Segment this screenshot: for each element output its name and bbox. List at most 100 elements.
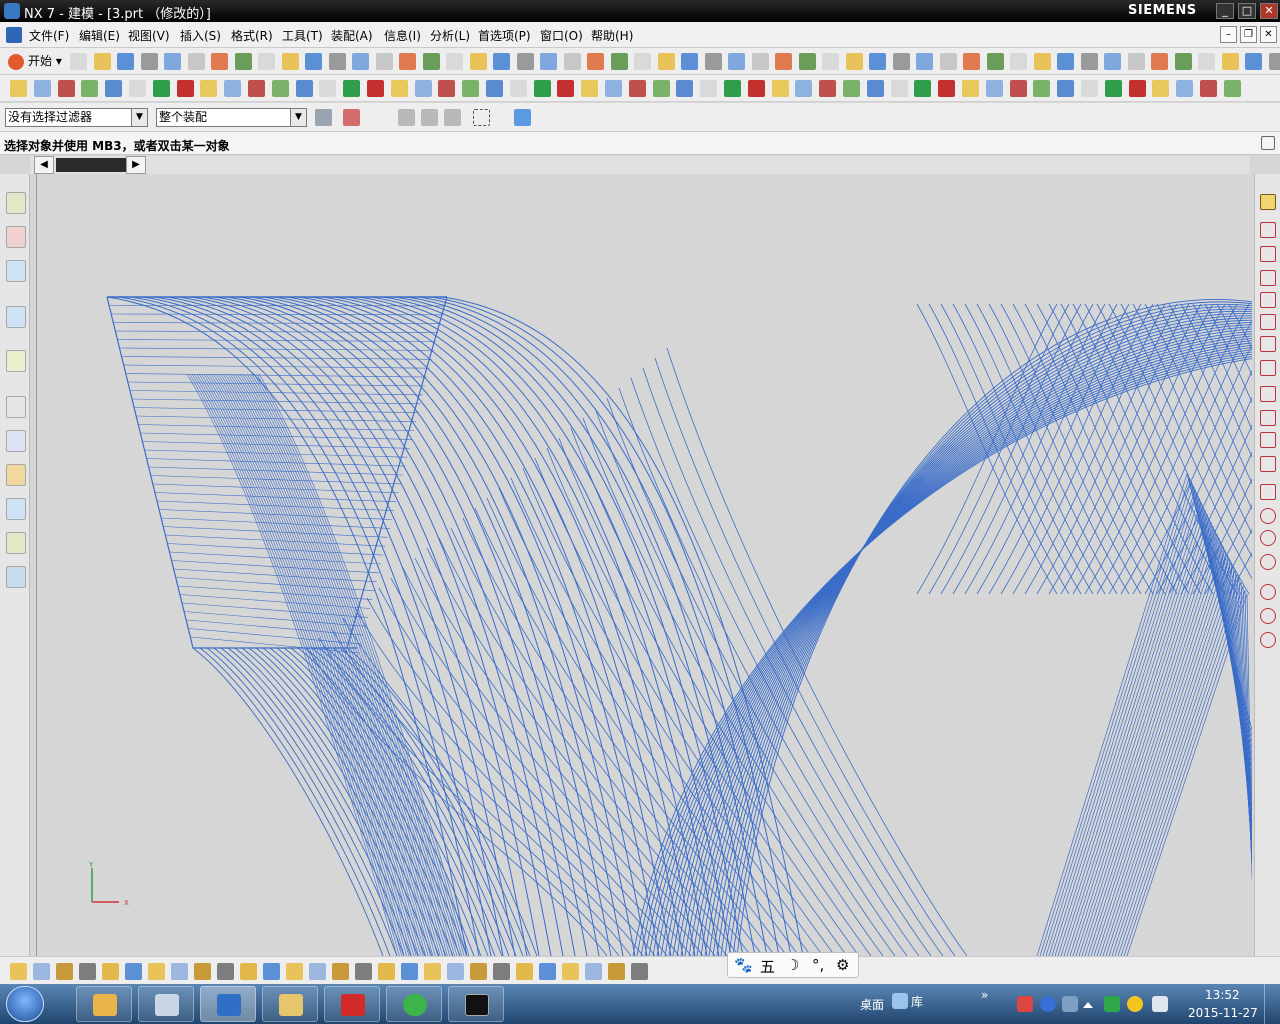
bottom-toolbar-icon-16[interactable] bbox=[355, 963, 372, 980]
standard-toolbar-icon-5[interactable] bbox=[164, 53, 181, 70]
standard-toolbar-icon-15[interactable] bbox=[399, 53, 416, 70]
standard-toolbar-icon-25[interactable] bbox=[634, 53, 651, 70]
feature-toolbar-icon-25[interactable] bbox=[581, 80, 599, 97]
standard-toolbar-icon-37[interactable] bbox=[916, 53, 933, 70]
windows-start-orb[interactable] bbox=[6, 986, 44, 1022]
doc-minimize-button[interactable]: – bbox=[1220, 26, 1237, 43]
ime-punctuation-icon[interactable]: °, bbox=[812, 956, 824, 974]
standard-toolbar-icon-33[interactable] bbox=[822, 53, 839, 70]
standard-toolbar-icon-47[interactable] bbox=[1151, 53, 1168, 70]
curve-tool-icon-9[interactable] bbox=[1260, 386, 1276, 402]
feature-toolbar-icon-15[interactable] bbox=[343, 80, 361, 97]
taskbar-calculator-button[interactable] bbox=[138, 986, 194, 1022]
curve-tool-icon-4[interactable] bbox=[1260, 270, 1276, 286]
taskbar-app-button[interactable] bbox=[324, 986, 380, 1022]
bottom-toolbar-icon-17[interactable] bbox=[378, 963, 395, 980]
standard-toolbar-icon-29[interactable] bbox=[728, 53, 745, 70]
curve-tool-icon-19[interactable] bbox=[1260, 632, 1276, 648]
rectangle-select-icon[interactable] bbox=[473, 109, 490, 126]
feature-toolbar-icon-2[interactable] bbox=[33, 80, 51, 97]
feature-toolbar-icon-40[interactable] bbox=[938, 80, 956, 97]
show-desktop-button[interactable] bbox=[1264, 984, 1280, 1024]
bottom-toolbar-icon-11[interactable] bbox=[240, 963, 257, 980]
security-shield-icon[interactable] bbox=[1104, 996, 1120, 1012]
standard-toolbar-icon-38[interactable] bbox=[939, 53, 957, 70]
standard-toolbar-icon-22[interactable] bbox=[563, 53, 581, 70]
select-components-icon[interactable] bbox=[514, 109, 531, 126]
menu-window[interactable]: 窗口(O) bbox=[540, 27, 583, 44]
standard-toolbar-icon-49[interactable] bbox=[1198, 53, 1215, 70]
feature-toolbar-icon-38[interactable] bbox=[890, 80, 908, 97]
bottom-toolbar-icon-7[interactable] bbox=[148, 963, 165, 980]
standard-toolbar-icon-24[interactable] bbox=[610, 53, 628, 70]
curve-tool-icon-14[interactable] bbox=[1260, 508, 1276, 524]
bottom-toolbar-icon-18[interactable] bbox=[401, 963, 418, 980]
selection-scope-dropdown-icon[interactable]: ▼ bbox=[290, 109, 306, 126]
standard-toolbar-icon-44[interactable] bbox=[1080, 53, 1098, 70]
curve-tool-icon-15[interactable] bbox=[1260, 530, 1276, 546]
standard-toolbar-icon-26[interactable] bbox=[657, 53, 675, 70]
feature-toolbar-icon-37[interactable] bbox=[866, 80, 884, 97]
reuse-library-icon[interactable] bbox=[6, 306, 26, 328]
doc-restore-button[interactable]: ❐ bbox=[1240, 26, 1257, 43]
feature-toolbar-icon-12[interactable] bbox=[271, 80, 289, 97]
bottom-toolbar-icon-21[interactable] bbox=[470, 963, 487, 980]
system-scenes-icon[interactable] bbox=[6, 566, 26, 588]
feature-toolbar-icon-45[interactable] bbox=[1057, 80, 1075, 97]
feature-toolbar-icon-42[interactable] bbox=[985, 80, 1003, 97]
clock-time[interactable]: 13:52 bbox=[1205, 988, 1240, 1002]
standard-toolbar-icon-39[interactable] bbox=[963, 53, 980, 70]
bottom-toolbar-icon-20[interactable] bbox=[447, 963, 464, 980]
library-toolbar-label[interactable]: 库 bbox=[911, 993, 923, 1010]
feature-toolbar-icon-3[interactable] bbox=[57, 80, 75, 97]
bottom-toolbar-icon-28[interactable] bbox=[631, 963, 648, 980]
feature-toolbar-icon-14[interactable] bbox=[319, 80, 337, 97]
feature-toolbar-icon-13[interactable] bbox=[295, 80, 313, 97]
curve-tool-icon-1[interactable] bbox=[1260, 194, 1276, 210]
taskbar-paint-button[interactable] bbox=[76, 986, 132, 1022]
standard-toolbar-icon-9[interactable] bbox=[258, 53, 275, 70]
bottom-toolbar-icon-12[interactable] bbox=[263, 963, 280, 980]
process-studio-icon[interactable] bbox=[6, 464, 26, 486]
standard-toolbar-icon-10[interactable] bbox=[281, 53, 299, 70]
feature-toolbar-icon-17[interactable] bbox=[390, 80, 408, 97]
standard-toolbar-icon-43[interactable] bbox=[1057, 53, 1074, 70]
standard-toolbar-icon-51[interactable] bbox=[1245, 53, 1262, 70]
select-faces-icon[interactable] bbox=[421, 109, 438, 126]
tab-scroll-right-icon[interactable]: ▶ bbox=[126, 156, 146, 174]
volume-icon[interactable] bbox=[1152, 996, 1168, 1012]
standard-toolbar-icon-6[interactable] bbox=[187, 53, 205, 70]
curve-tool-icon-17[interactable] bbox=[1260, 584, 1276, 600]
part-navigator-icon[interactable] bbox=[6, 260, 26, 282]
bottom-toolbar-icon-22[interactable] bbox=[493, 963, 510, 980]
filter-settings-icon[interactable] bbox=[315, 109, 332, 126]
standard-toolbar-icon-28[interactable] bbox=[704, 53, 722, 70]
bottom-toolbar-icon-26[interactable] bbox=[585, 963, 602, 980]
taskbar-console-button[interactable] bbox=[448, 986, 504, 1022]
standard-toolbar-icon-23[interactable] bbox=[587, 53, 604, 70]
taskbar-nx-button[interactable] bbox=[200, 986, 256, 1022]
ime-paw-icon[interactable]: 🐾 bbox=[734, 956, 753, 974]
standard-toolbar-icon-2[interactable] bbox=[93, 53, 111, 70]
feature-toolbar-icon-4[interactable] bbox=[81, 80, 99, 97]
tray-plus-icon[interactable] bbox=[1127, 996, 1143, 1012]
menu-format[interactable]: 格式(R) bbox=[231, 27, 273, 44]
tab-scroll-left-icon[interactable]: ◀ bbox=[34, 156, 54, 174]
bottom-toolbar-icon-3[interactable] bbox=[56, 963, 73, 980]
tray-app-icon[interactable] bbox=[1017, 996, 1033, 1012]
feature-toolbar-icon-9[interactable] bbox=[200, 80, 218, 97]
library-icon[interactable] bbox=[892, 993, 908, 1009]
feature-toolbar-icon-24[interactable] bbox=[557, 80, 575, 97]
standard-toolbar-icon-19[interactable] bbox=[493, 53, 510, 70]
feature-toolbar-icon-27[interactable] bbox=[628, 80, 646, 97]
feature-toolbar-icon-52[interactable] bbox=[1223, 80, 1241, 97]
standard-toolbar-icon-34[interactable] bbox=[845, 53, 863, 70]
bottom-toolbar-icon-6[interactable] bbox=[125, 963, 142, 980]
curve-tool-icon-3[interactable] bbox=[1260, 246, 1276, 262]
feature-toolbar-icon-1[interactable] bbox=[10, 80, 27, 97]
bottom-toolbar-icon-23[interactable] bbox=[516, 963, 533, 980]
feature-toolbar-icon-21[interactable] bbox=[486, 80, 503, 97]
feature-toolbar-icon-19[interactable] bbox=[438, 80, 456, 97]
type-filter-dropdown-icon[interactable]: ▼ bbox=[131, 109, 147, 126]
menu-information[interactable]: 信息(I) bbox=[384, 27, 421, 44]
